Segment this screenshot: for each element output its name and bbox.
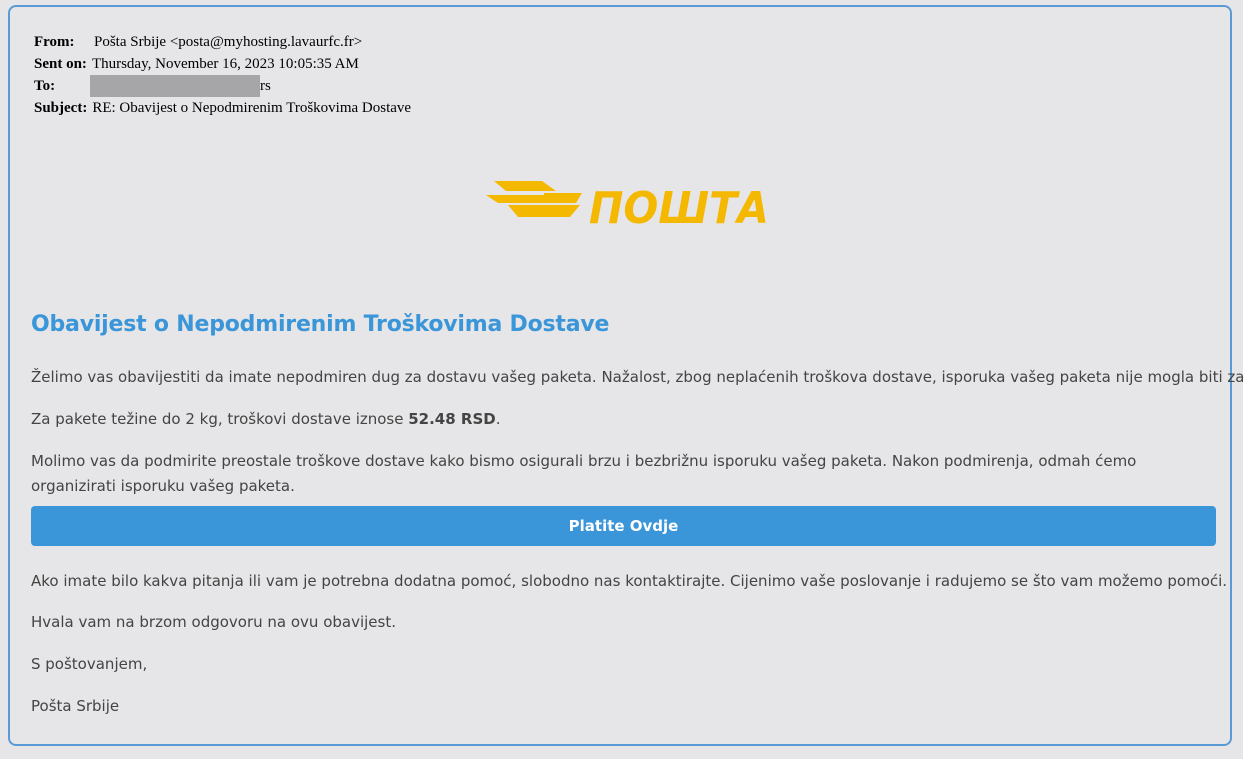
cost-text-prefix: Za pakete težine do 2 kg, troškovi dosta…: [31, 410, 409, 428]
from-value: Pošta Srbije <posta@myhosting.lavaurfc.f…: [94, 34, 363, 50]
signature: Pošta Srbije: [31, 697, 120, 715]
paragraph-thanks: Hvala vam na brzom odgovoru na ovu obavi…: [31, 613, 396, 631]
paragraph-payment-request: Molimo vas da podmirite preostale troško…: [31, 452, 1137, 495]
email-frame: From: Pošta Srbije <posta@myhosting.lavau…: [8, 5, 1243, 746]
email-header: From: Pošta Srbije <posta@myhosting.lavau…: [34, 31, 411, 119]
redacted-recipient: [90, 75, 260, 97]
subject-value: RE: Obavijest o Nepodmirenim Troškovima …: [92, 100, 412, 116]
sent-value: Thursday, November 16, 2023 10:05:35 AM: [91, 56, 359, 72]
logo-text: ПОШТА: [589, 183, 769, 229]
header-to-row: To: rs: [34, 75, 411, 97]
subject-label: Subject:: [34, 100, 88, 116]
cost-text-suffix: .: [495, 410, 501, 428]
header-subject-row: Subject: RE: Obavijest o Nepodmirenim Tro…: [34, 97, 411, 119]
cost-amount: 52.48 RSD: [408, 410, 496, 428]
paragraph-delivery-cost: Za pakete težine do 2 kg, troškovi dosta…: [31, 407, 501, 432]
posta-logo: ПОШТА: [486, 181, 769, 229]
notice-title: Obavijest o Nepodmirenim Troškovima Dost…: [31, 312, 610, 337]
header-sent-row: Sent on: Thursday, November 16, 2023 10:0…: [34, 53, 411, 75]
paragraph-contact: Ako imate bilo kakva pitanja ili vam je …: [31, 572, 1228, 590]
sent-label: Sent on:: [34, 56, 87, 72]
closing-line: S poštovanjem,: [31, 655, 148, 673]
to-label: To:: [34, 78, 56, 94]
to-visible-suffix: rs: [260, 78, 271, 94]
from-label: From:: [34, 34, 75, 50]
header-from-row: From: Pošta Srbije <posta@myhosting.lavau…: [34, 31, 411, 53]
paragraph-debt-notice: Želimo vas obavijestiti da imate nepodmi…: [31, 368, 1243, 386]
pay-here-button[interactable]: Platite Ovdje: [31, 506, 1216, 546]
posta-wings-icon: [486, 181, 582, 217]
